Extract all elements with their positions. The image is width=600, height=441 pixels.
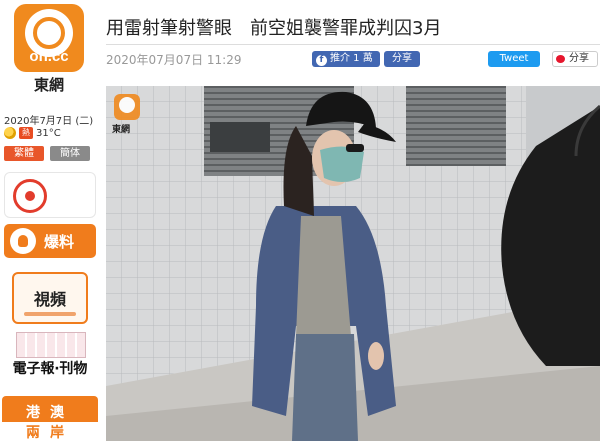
photo-scene [106,86,600,441]
weather-widget[interactable]: 熱 31°C [4,126,61,140]
video-label: 視頻 [33,290,66,309]
reporter-icon [10,228,36,254]
traditional-chinese-button[interactable]: 繁體 [4,146,44,161]
weibo-share-button[interactable]: 分享 [552,51,598,67]
sun-icon [4,127,16,139]
broadcast-icon [13,179,47,213]
article-headline: 用雷射筆射警眼 前空姐襲警罪成判囚3月 [106,18,442,39]
facebook-like-button[interactable]: f 推介 1 萬 [312,51,380,67]
heat-warning-badge: 熱 [19,127,33,139]
simplified-chinese-button[interactable]: 簡体 [50,146,90,161]
hk-macau-section-button[interactable]: 港澳 兩岸 [2,396,98,441]
brand-name: 東網 [33,76,64,94]
epaper-button[interactable]: 電子報‧刊物 [2,332,98,380]
watermark-name: 東網 [112,125,131,135]
hk-macau-label: 港澳 [26,405,74,421]
temperature: 31°C [36,127,61,139]
watermark-logo-icon [114,94,140,120]
header-divider [106,44,600,45]
oncc-logo[interactable]: on.cc [14,4,84,72]
article-photo: 東網 [106,86,600,441]
live-radio-button[interactable] [4,172,96,218]
logo-text: on.cc [29,48,69,65]
facebook-like-label: 推介 1 萬 [330,53,373,64]
language-switcher: 繁體 簡体 [4,146,90,161]
current-date: 2020年7月7日 (二) [4,116,94,127]
page: on.cc 東網 2020年7月7日 (二) 熱 31°C 繁體 簡体 爆料 視… [0,0,600,441]
facebook-share-button[interactable]: 分享 [384,51,420,67]
video-progress-icon [24,312,76,316]
tweet-button[interactable]: Tweet [488,51,540,67]
sidebar: on.cc 東網 2020年7月7日 (二) 熱 31°C 繁體 簡体 爆料 視… [0,0,100,441]
article-timestamp: 2020年07月07日 11:29 [106,53,242,67]
cross-strait-label: 兩岸 [2,422,98,441]
newspaper-stack-icon [16,332,86,358]
video-button[interactable]: 視頻 [12,272,88,324]
facebook-icon: f [316,55,327,66]
epaper-label: 電子報‧刊物 [2,358,98,378]
tipoff-label: 爆料 [44,233,75,251]
tipoff-button[interactable]: 爆料 [4,224,96,258]
